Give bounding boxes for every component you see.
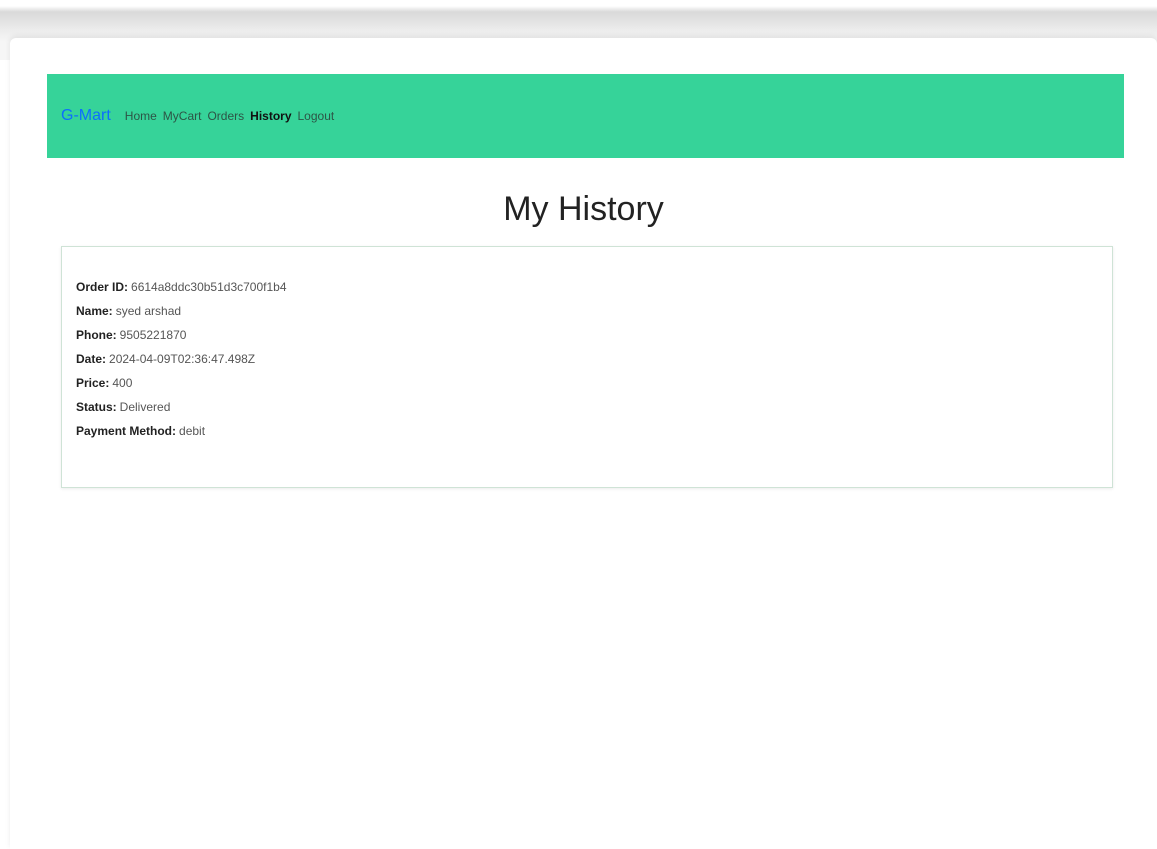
field-label: Price: [76, 376, 110, 390]
field-value: 6614a8ddc30b51d3c700f1b4 [131, 280, 287, 294]
order-id-field: Order ID: 6614a8ddc30b51d3c700f1b4 [76, 275, 1112, 299]
field-value: 2024-04-09T02:36:47.498Z [109, 352, 256, 366]
nav-link-history[interactable]: History [250, 109, 291, 123]
phone-field: Phone: 9505221870 [76, 323, 1112, 347]
field-value: 400 [112, 376, 133, 390]
field-value: 9505221870 [119, 328, 187, 342]
navbar: G-Mart Home MyCart Orders History Logout [47, 74, 1124, 158]
nav-link-orders[interactable]: Orders [207, 109, 244, 123]
brand-link[interactable]: G-Mart [61, 107, 111, 125]
field-value: syed arshad [115, 304, 182, 318]
page-title: My History [503, 190, 664, 228]
date-field: Date: 2024-04-09T02:36:47.498Z [76, 347, 1112, 371]
nav-link-logout[interactable]: Logout [298, 109, 335, 123]
field-value: debit [179, 424, 206, 438]
payment-method-field: Payment Method: debit [76, 419, 1112, 443]
field-value: Delivered [119, 400, 171, 414]
field-label: Phone: [76, 328, 117, 342]
field-label: Status: [76, 400, 117, 414]
status-field: Status: Delivered [76, 395, 1112, 419]
price-field: Price: 400 [76, 371, 1112, 395]
nav-link-mycart[interactable]: MyCart [163, 109, 202, 123]
name-field: Name: syed arshad [76, 299, 1112, 323]
order-card: Order ID: 6614a8ddc30b51d3c700f1b4 Name: s… [61, 246, 1113, 488]
field-label: Date: [76, 352, 107, 366]
browser-page: G-Mart Home MyCart Orders History Logout… [10, 38, 1157, 849]
field-label: Order ID: [76, 280, 129, 294]
field-label: Payment Method: [76, 424, 177, 438]
nav-link-home[interactable]: Home [125, 109, 157, 123]
field-label: Name: [76, 304, 113, 318]
